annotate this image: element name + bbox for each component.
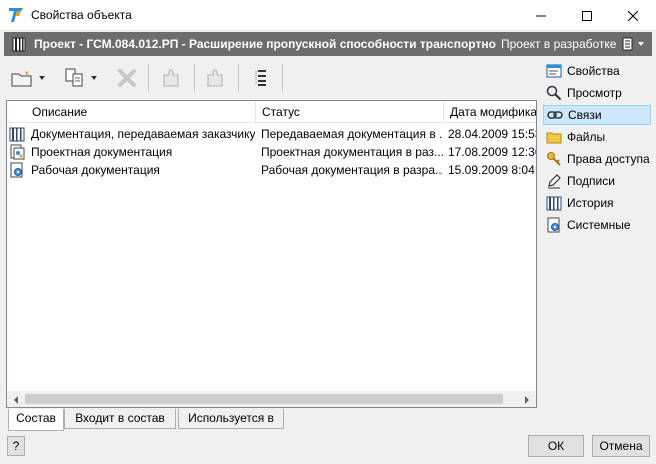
tree-view-button[interactable] xyxy=(250,64,272,92)
links-list: Описание Статус Дата модифика Документац… xyxy=(6,100,537,408)
sidebar-item-links[interactable]: Связи xyxy=(543,105,651,125)
row-description: Рабочая документация xyxy=(31,163,160,177)
scroll-left-button[interactable] xyxy=(7,391,24,407)
sidebar-item-history[interactable]: История xyxy=(543,193,651,213)
tab-part-of[interactable]: Входит в состав xyxy=(64,409,176,429)
row-description: Документация, передаваемая заказчику xyxy=(31,127,255,141)
documentation-book-icon xyxy=(9,127,25,142)
project-doc-icon xyxy=(10,144,25,160)
toolbar xyxy=(6,60,536,96)
sidebar-item-access-rights[interactable]: Права доступа xyxy=(543,149,651,169)
toolbar-separator xyxy=(194,64,195,92)
close-icon xyxy=(628,10,638,21)
chevron-down-icon xyxy=(638,42,644,46)
sidebar-item-label: Системные xyxy=(567,218,631,232)
sidebar-item-label: Просмотр xyxy=(567,86,622,100)
chevron-right-icon xyxy=(524,395,529,404)
row-date: 17.08.2009 12:36: xyxy=(448,145,536,159)
sidebar-item-label: Файлы xyxy=(567,130,606,144)
window-title: Свойства объекта xyxy=(31,8,132,22)
title-bar: Свойства объекта xyxy=(0,0,656,31)
pen-icon xyxy=(548,174,561,189)
object-header: Проект - ГСМ.084.012.РП - Расширение про… xyxy=(4,32,652,56)
minimize-icon xyxy=(536,15,546,16)
chain-link-icon xyxy=(547,111,563,119)
column-header-status[interactable]: Статус xyxy=(256,101,444,123)
puzzle-disabled-icon xyxy=(163,69,179,87)
table-row[interactable]: Проектная документация Проектная докумен… xyxy=(7,143,536,161)
new-folder-icon xyxy=(11,69,32,87)
column-header-description[interactable]: Описание xyxy=(26,101,256,123)
chevron-down-icon xyxy=(39,76,45,80)
sidebar-item-label: История xyxy=(567,196,614,210)
close-button[interactable] xyxy=(610,0,656,31)
sidebar-item-properties[interactable]: Свойства xyxy=(543,61,651,81)
object-state: Проект в разработке xyxy=(501,37,617,51)
scrollbar-thumb[interactable] xyxy=(25,394,503,404)
maximize-icon xyxy=(582,10,592,21)
toolbar-separator xyxy=(238,64,239,92)
toolbar-separator xyxy=(282,64,283,92)
sidebar-item-label: Подписи xyxy=(567,174,615,188)
sidebar-item-label: Свойства xyxy=(567,64,620,78)
help-button[interactable]: ? xyxy=(7,436,25,456)
tab-used-in[interactable]: Используется в xyxy=(178,409,284,429)
chevron-down-icon xyxy=(91,76,97,80)
tab-composition[interactable]: Состав xyxy=(8,409,64,431)
attach-button[interactable] xyxy=(160,64,182,92)
header-menu-button[interactable] xyxy=(622,36,646,52)
add-document-button[interactable] xyxy=(64,64,97,92)
sidebar-item-preview[interactable]: Просмотр xyxy=(543,83,651,103)
row-status: Рабочая документация в разра... xyxy=(261,163,443,177)
table-row[interactable]: Рабочая документация Рабочая документаци… xyxy=(7,161,536,179)
puzzle-disabled-icon xyxy=(207,69,223,87)
minimize-button[interactable] xyxy=(518,0,564,31)
scroll-right-button[interactable] xyxy=(518,391,535,407)
create-link-button[interactable] xyxy=(10,64,45,92)
tree-list-icon xyxy=(255,70,266,86)
history-books-icon xyxy=(546,196,562,211)
sidebar-item-system[interactable]: Системные xyxy=(543,215,651,235)
row-date: 28.04.2009 15:53: xyxy=(448,127,536,141)
folder-icon xyxy=(546,132,562,144)
sidebar-item-signatures[interactable]: Подписи xyxy=(543,171,651,191)
row-description: Проектная документация xyxy=(31,145,173,159)
object-title: Проект - ГСМ.084.012.РП - Расширение про… xyxy=(34,37,496,51)
project-book-icon xyxy=(12,37,26,52)
horizontal-scrollbar[interactable] xyxy=(7,390,536,407)
row-status: Проектная документация в раз... xyxy=(261,145,443,159)
app-logo-icon xyxy=(9,8,23,22)
sidebar-item-label: Права доступа xyxy=(567,152,650,166)
sidebar-item-files[interactable]: Файлы xyxy=(543,127,651,147)
bottom-tabs: Состав Входит в состав Используется в xyxy=(6,409,537,431)
magnifier-icon xyxy=(546,85,562,101)
cancel-button[interactable]: Отмена xyxy=(592,435,650,457)
system-gear-icon xyxy=(547,217,560,233)
sidebar: Свойства Просмотр Связи Файлы Права дост… xyxy=(541,59,652,433)
detach-button[interactable] xyxy=(204,64,226,92)
list-header: Описание Статус Дата модифика xyxy=(7,101,536,123)
work-doc-icon xyxy=(10,162,23,178)
chevron-left-icon xyxy=(13,395,18,404)
delete-x-icon xyxy=(118,69,136,87)
sidebar-item-label: Связи xyxy=(568,108,602,122)
maximize-button[interactable] xyxy=(564,0,610,31)
column-header-date[interactable]: Дата модифика xyxy=(444,101,536,123)
add-document-icon xyxy=(65,68,83,87)
row-date: 15.09.2009 8:04:2 xyxy=(448,163,536,177)
ok-button[interactable]: ОК xyxy=(528,435,584,457)
toolbar-separator xyxy=(148,64,149,92)
document-icon xyxy=(622,37,633,51)
row-status: Передаваемая документация в ... xyxy=(261,127,443,141)
properties-icon xyxy=(546,64,562,78)
table-row[interactable]: Документация, передаваемая заказчику Пер… xyxy=(7,125,536,143)
delete-button[interactable] xyxy=(116,64,138,92)
keys-icon xyxy=(547,152,561,166)
